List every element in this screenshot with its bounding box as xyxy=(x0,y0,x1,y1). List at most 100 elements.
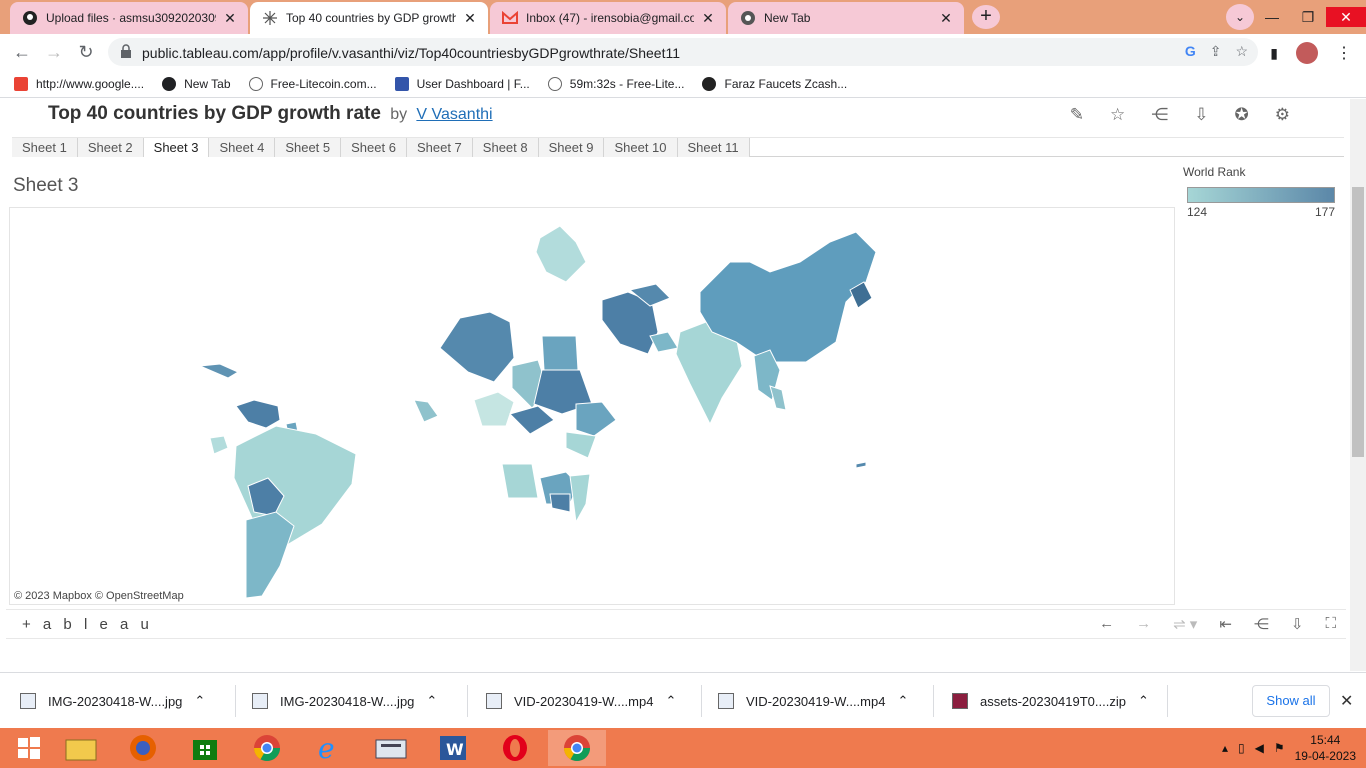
edit-icon[interactable]: ✎ xyxy=(1070,105,1084,125)
viz-title-line: Top 40 countries by GDP growth rate by V… xyxy=(48,103,493,125)
chrome-icon[interactable] xyxy=(238,730,296,766)
browser-tab-tableau[interactable]: Top 40 countries by GDP growth ✕ xyxy=(250,2,488,34)
chevron-up-icon[interactable]: ⌃ xyxy=(897,693,908,709)
undo-arrow-icon[interactable]: ← xyxy=(1099,615,1114,633)
download-name: IMG-20230418-W....jpg xyxy=(280,693,415,709)
share-icon[interactable]: ⋲ xyxy=(1254,615,1269,633)
address-bar[interactable]: public.tableau.com/app/profile/v.vasanth… xyxy=(108,38,1258,66)
share-icon[interactable]: ⋲ xyxy=(1151,105,1168,125)
download-item[interactable]: VID-20230419-W....mp4 ⌃ xyxy=(718,685,934,717)
download-item[interactable]: IMG-20230418-W....jpg ⌃ xyxy=(252,685,468,717)
map-region xyxy=(569,473,591,524)
keyboard-icon[interactable] xyxy=(362,730,420,766)
menu-kebab-icon[interactable]: ⋮ xyxy=(1336,43,1352,63)
bookmark-google[interactable]: http://www.google.... xyxy=(14,76,144,91)
bookmark-label: 59m:32s - Free-Lite... xyxy=(569,76,685,91)
tray-chevron-icon[interactable]: ▴ xyxy=(1222,741,1228,755)
first-page-icon[interactable]: ⇤ xyxy=(1219,615,1232,633)
revert-icon[interactable]: ⇌ ▾ xyxy=(1173,615,1197,633)
flag-icon[interactable]: ⚑ xyxy=(1274,741,1285,755)
new-tab-button[interactable]: + xyxy=(972,5,1000,29)
fullscreen-icon[interactable]: ⛶ xyxy=(1325,615,1336,633)
chevron-up-icon[interactable]: ⌃ xyxy=(426,693,437,709)
sheet-tab-3[interactable]: Sheet 3 xyxy=(143,138,210,157)
sheet-tab-2[interactable]: Sheet 2 xyxy=(77,138,144,157)
sheet-tab-5[interactable]: Sheet 5 xyxy=(275,138,342,157)
reload-icon[interactable]: ↻ xyxy=(74,40,98,64)
browser-tab-gmail[interactable]: Inbox (47) - irensobia@gmail.con ✕ xyxy=(490,2,726,34)
download-item[interactable]: assets-20230419T0....zip ⌃ xyxy=(952,685,1168,717)
bookmark-new-tab[interactable]: New Tab xyxy=(162,76,231,91)
page-scrollbar[interactable] xyxy=(1350,99,1366,671)
scrollbar-thumb[interactable] xyxy=(1352,187,1364,457)
sheet-tab-1[interactable]: Sheet 1 xyxy=(12,138,78,157)
metadata-badge-icon[interactable]: ✪ xyxy=(1235,105,1249,125)
close-tab-icon[interactable]: ✕ xyxy=(462,10,478,27)
internet-explorer-icon[interactable]: e xyxy=(300,730,358,766)
download-item[interactable]: IMG-20230418-W....jpg ⌃ xyxy=(20,685,236,717)
google-icon[interactable]: G xyxy=(1185,43,1196,60)
sheet-tab-8[interactable]: Sheet 8 xyxy=(472,138,539,157)
url-text: public.tableau.com/app/profile/v.vasanth… xyxy=(142,45,681,61)
favorite-star-icon[interactable]: ☆ xyxy=(1110,105,1125,125)
bookmark-star-icon[interactable]: ☆ xyxy=(1235,43,1248,60)
download-icon[interactable]: ⇩ xyxy=(1194,105,1208,125)
close-tab-icon[interactable]: ✕ xyxy=(700,10,716,27)
map-svg[interactable] xyxy=(10,208,1175,605)
sheet-tab-4[interactable]: Sheet 4 xyxy=(209,138,276,157)
file-explorer-icon[interactable] xyxy=(52,730,110,766)
sheet-tab-9[interactable]: Sheet 9 xyxy=(538,138,605,157)
download-name: VID-20230419-W....mp4 xyxy=(746,693,886,709)
close-tab-icon[interactable]: ✕ xyxy=(222,10,238,27)
sheet-tab-11[interactable]: Sheet 11 xyxy=(677,138,750,157)
download-item[interactable]: VID-20230419-W....mp4 ⌃ xyxy=(486,685,702,717)
forward-arrow-icon[interactable]: → xyxy=(42,40,66,64)
map-region xyxy=(541,335,579,371)
share-icon[interactable]: ⇪ xyxy=(1210,43,1222,60)
tab-search-chevron-icon[interactable]: ⌄ xyxy=(1226,4,1254,30)
download-icon[interactable]: ⇩ xyxy=(1291,615,1304,633)
video-file-icon xyxy=(718,693,734,709)
bookmark-timer-litecoin[interactable]: 59m:32s - Free-Lite... xyxy=(547,76,685,91)
tableau-logo[interactable]: + a b l e a u xyxy=(22,616,153,633)
map-region xyxy=(649,331,679,353)
close-tab-icon[interactable]: ✕ xyxy=(938,10,954,27)
bookmark-label: Faraz Faucets Zcash... xyxy=(724,76,848,91)
profile-avatar[interactable] xyxy=(1296,42,1318,64)
chevron-up-icon[interactable]: ⌃ xyxy=(1138,693,1149,709)
minimize-icon[interactable]: — xyxy=(1254,9,1290,25)
map-region xyxy=(509,405,555,435)
browser-tab-upload[interactable]: Upload files · asmsu309202030919 ✕ xyxy=(10,2,248,34)
clock[interactable]: 15:44 19-04-2023 xyxy=(1295,732,1356,764)
bookmark-label: New Tab xyxy=(184,76,231,91)
bookmark-free-litecoin[interactable]: Free-Litecoin.com... xyxy=(248,76,377,91)
settings-gear-icon[interactable]: ⚙ xyxy=(1275,105,1290,125)
store-icon[interactable] xyxy=(176,730,234,766)
back-arrow-icon[interactable]: ← xyxy=(10,40,34,64)
sidebar-icon[interactable]: ▮ xyxy=(1270,45,1278,62)
sheet-tab-7[interactable]: Sheet 7 xyxy=(406,138,473,157)
chrome-active-icon[interactable] xyxy=(548,730,606,766)
battery-icon[interactable]: ▯ xyxy=(1238,741,1245,755)
author-link[interactable]: V Vasanthi xyxy=(416,106,492,123)
bookmark-label: User Dashboard | F... xyxy=(416,76,530,91)
sheet-tab-6[interactable]: Sheet 6 xyxy=(341,138,407,157)
choropleth-map[interactable]: © 2023 Mapbox © OpenStreetMap xyxy=(9,207,1175,605)
bookmark-user-dashboard[interactable]: User Dashboard | F... xyxy=(394,76,530,91)
sheet-tab-10[interactable]: Sheet 10 xyxy=(604,138,678,157)
chevron-up-icon[interactable]: ⌃ xyxy=(194,693,205,709)
redo-arrow-icon[interactable]: → xyxy=(1136,615,1151,633)
bookmark-faraz-faucets[interactable]: Faraz Faucets Zcash... xyxy=(702,76,848,91)
download-name: IMG-20230418-W....jpg xyxy=(48,693,183,709)
start-windows-icon[interactable] xyxy=(0,730,58,766)
browser-tab-newtab[interactable]: New Tab ✕ xyxy=(728,2,964,34)
chevron-up-icon[interactable]: ⌃ xyxy=(665,693,676,709)
close-window-icon[interactable]: ✕ xyxy=(1326,7,1366,27)
close-icon[interactable]: ✕ xyxy=(1340,691,1353,711)
firefox-icon[interactable] xyxy=(114,730,172,766)
volume-icon[interactable]: ◀ xyxy=(1255,741,1264,755)
restore-icon[interactable]: ❐ xyxy=(1290,9,1326,26)
show-all-button[interactable]: Show all xyxy=(1252,685,1330,717)
opera-icon[interactable] xyxy=(486,730,544,766)
word-icon[interactable]: W xyxy=(424,730,482,766)
